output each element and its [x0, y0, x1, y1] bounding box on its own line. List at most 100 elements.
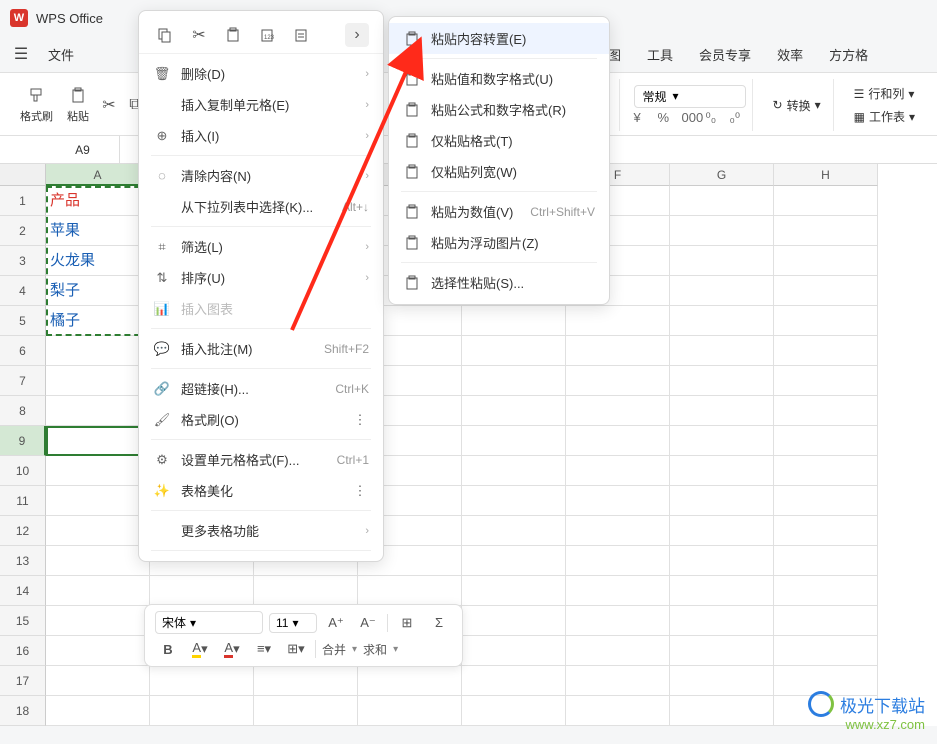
context-menu-item[interactable]: ⇅排序(U)›: [139, 262, 383, 293]
cell[interactable]: [566, 366, 670, 396]
font-increase-icon[interactable]: A⁺: [323, 612, 349, 634]
menu-efficiency[interactable]: 效率: [767, 41, 813, 68]
more-icon[interactable]: ›: [345, 23, 369, 47]
row-header[interactable]: 8: [0, 396, 46, 426]
context-menu-item[interactable]: 🗑删除(D)›: [139, 58, 383, 89]
context-menu-item[interactable]: 💬插入批注(M)Shift+F2: [139, 333, 383, 364]
cell[interactable]: [46, 546, 150, 576]
cell[interactable]: [254, 666, 358, 696]
paste-submenu-item[interactable]: 仅粘贴列宽(W): [389, 156, 609, 187]
cell[interactable]: [774, 246, 878, 276]
align-icon[interactable]: ≡▾: [251, 638, 277, 660]
cell[interactable]: [774, 486, 878, 516]
copy-icon[interactable]: [153, 23, 177, 47]
cell[interactable]: [462, 486, 566, 516]
cell[interactable]: [774, 366, 878, 396]
cell[interactable]: [670, 546, 774, 576]
cell[interactable]: [462, 456, 566, 486]
cell[interactable]: [566, 546, 670, 576]
row-header[interactable]: 12: [0, 516, 46, 546]
cell[interactable]: 梨子: [46, 276, 150, 306]
cell[interactable]: [46, 486, 150, 516]
context-menu-item[interactable]: ⚙设置单元格格式(F)...Ctrl+1: [139, 444, 383, 475]
paste-submenu-item[interactable]: 选择性粘贴(S)...: [389, 267, 609, 298]
cell[interactable]: [774, 516, 878, 546]
cell[interactable]: [670, 696, 774, 726]
cut-icon[interactable]: ✂: [99, 95, 119, 115]
cell[interactable]: [670, 636, 774, 666]
row-header[interactable]: 17: [0, 666, 46, 696]
row-header[interactable]: 10: [0, 456, 46, 486]
cell[interactable]: [774, 456, 878, 486]
cell[interactable]: [670, 606, 774, 636]
cell[interactable]: [462, 606, 566, 636]
context-menu-item[interactable]: 🔗超链接(H)...Ctrl+K: [139, 373, 383, 404]
cell[interactable]: [670, 216, 774, 246]
comma-icon[interactable]: 000: [682, 110, 698, 126]
row-header[interactable]: 6: [0, 336, 46, 366]
currency-icon[interactable]: ¥: [634, 110, 650, 126]
cell[interactable]: [774, 216, 878, 246]
row-header[interactable]: 9: [0, 426, 46, 456]
select-all-corner[interactable]: [0, 164, 46, 186]
cell[interactable]: [566, 576, 670, 606]
font-family-select[interactable]: 宋体▾: [155, 611, 263, 634]
row-header[interactable]: 13: [0, 546, 46, 576]
context-menu-item[interactable]: ✨表格美化⋮: [139, 475, 383, 506]
row-header[interactable]: 7: [0, 366, 46, 396]
paste-submenu-item[interactable]: 粘贴内容转置(E): [389, 23, 609, 54]
highlight-color-icon[interactable]: A▾: [187, 638, 213, 660]
row-header[interactable]: 1: [0, 186, 46, 216]
row-header[interactable]: 16: [0, 636, 46, 666]
cell[interactable]: [774, 576, 878, 606]
paste-submenu-item[interactable]: 粘贴公式和数字格式(R): [389, 94, 609, 125]
cell[interactable]: [358, 576, 462, 606]
convert-button[interactable]: ↻转换▾: [767, 95, 827, 116]
row-header[interactable]: 2: [0, 216, 46, 246]
cell[interactable]: 橘子: [46, 306, 150, 336]
decimal-dec-icon[interactable]: ⁰₀: [706, 110, 722, 126]
bold-button[interactable]: B: [155, 638, 181, 660]
cell[interactable]: [566, 396, 670, 426]
cell[interactable]: [462, 576, 566, 606]
cell[interactable]: 产品: [46, 186, 150, 216]
row-header[interactable]: 14: [0, 576, 46, 606]
cell[interactable]: [774, 396, 878, 426]
worksheet-button[interactable]: ▦工作表▾: [848, 106, 921, 127]
context-menu-item[interactable]: 更多表格功能›: [139, 515, 383, 546]
menu-member[interactable]: 会员专享: [689, 41, 761, 68]
cell[interactable]: [566, 306, 670, 336]
cell[interactable]: [670, 186, 774, 216]
cell[interactable]: [358, 666, 462, 696]
cell[interactable]: [254, 696, 358, 726]
merge-cells-icon[interactable]: ⊞: [394, 612, 420, 634]
row-header[interactable]: 18: [0, 696, 46, 726]
borders-icon[interactable]: ⊞▾: [283, 638, 309, 660]
row-header[interactable]: 5: [0, 306, 46, 336]
cell[interactable]: [150, 666, 254, 696]
cell[interactable]: [774, 306, 878, 336]
cell[interactable]: [774, 336, 878, 366]
cell[interactable]: [670, 486, 774, 516]
paste-submenu-item[interactable]: 粘贴值和数字格式(U): [389, 63, 609, 94]
cell[interactable]: [774, 546, 878, 576]
number-format-select[interactable]: 常规▾: [634, 85, 746, 108]
paste-submenu-item[interactable]: 粘贴为数值(V)Ctrl+Shift+V: [389, 196, 609, 227]
rows-cols-button[interactable]: ☰行和列▾: [848, 83, 921, 104]
col-header-G[interactable]: G: [670, 164, 774, 186]
context-menu-item[interactable]: ◌清除内容(N)›: [139, 160, 383, 191]
row-header[interactable]: 11: [0, 486, 46, 516]
cell[interactable]: [150, 696, 254, 726]
cell[interactable]: [462, 366, 566, 396]
menu-fang[interactable]: 方方格: [819, 41, 878, 68]
paste-special-icon[interactable]: [289, 23, 313, 47]
cell[interactable]: [566, 486, 670, 516]
cell[interactable]: [46, 456, 150, 486]
cell[interactable]: [670, 666, 774, 696]
side-tool-icon[interactable]: ⋮: [351, 411, 369, 429]
cell[interactable]: [150, 576, 254, 606]
font-color-icon[interactable]: A▾: [219, 638, 245, 660]
row-header[interactable]: 15: [0, 606, 46, 636]
cell[interactable]: [462, 636, 566, 666]
cell[interactable]: [358, 696, 462, 726]
